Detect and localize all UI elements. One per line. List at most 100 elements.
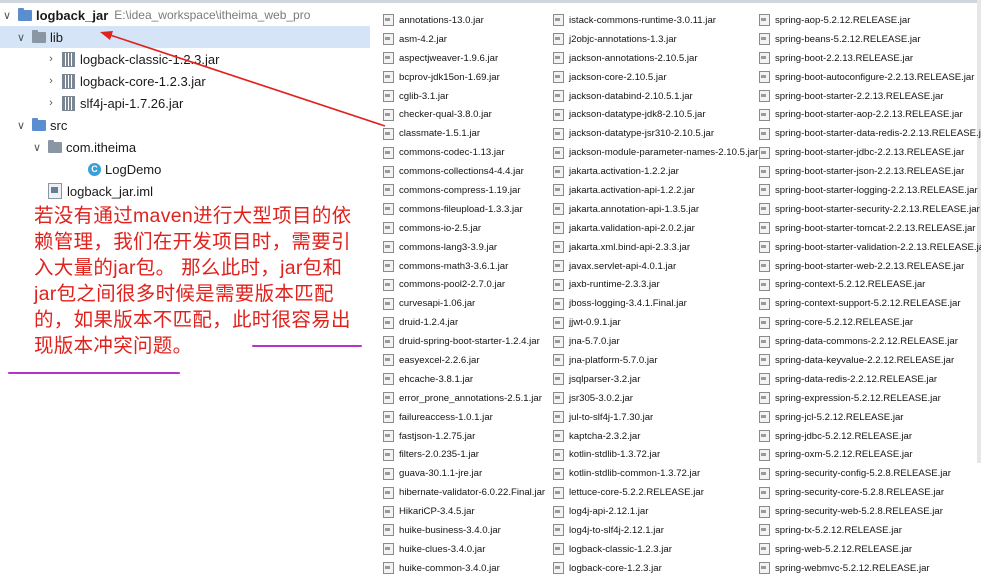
jar-file-item[interactable]: commons-lang3-3.9.jar xyxy=(383,238,551,257)
jar-file-item[interactable]: filters-2.0.235-1.jar xyxy=(383,445,551,464)
jar-file-item[interactable]: spring-boot-starter-2.2.13.RELEASE.jar xyxy=(759,87,981,106)
jar-file-item[interactable]: jackson-databind-2.10.5.1.jar xyxy=(553,87,758,106)
jar-file-item[interactable]: jackson-datatype-jdk8-2.10.5.jar xyxy=(553,105,758,124)
jar-file-item[interactable]: kotlin-stdlib-common-1.3.72.jar xyxy=(553,464,758,483)
jar-file-item[interactable]: jakarta.annotation-api-1.3.5.jar xyxy=(553,200,758,219)
jar-file-item[interactable]: spring-security-web-5.2.8.RELEASE.jar xyxy=(759,502,981,521)
jar-file-item[interactable]: spring-boot-starter-aop-2.2.13.RELEASE.j… xyxy=(759,105,981,124)
jar-file-item[interactable]: commons-pool2-2.7.0.jar xyxy=(383,275,551,294)
jar-file-item[interactable]: commons-fileupload-1.3.3.jar xyxy=(383,200,551,219)
jar-file-item[interactable]: jakarta.activation-api-1.2.2.jar xyxy=(553,181,758,200)
jar-file-item[interactable]: spring-boot-starter-data-redis-2.2.13.RE… xyxy=(759,124,981,143)
jar-file-name: spring-oxm-5.2.12.RELEASE.jar xyxy=(775,449,913,461)
jar-file-item[interactable]: jackson-module-parameter-names-2.10.5.ja… xyxy=(553,143,758,162)
jar-file-item[interactable]: jna-platform-5.7.0.jar xyxy=(553,351,758,370)
jar-file-item[interactable]: spring-core-5.2.12.RELEASE.jar xyxy=(759,313,981,332)
jar-file-item[interactable]: spring-expression-5.2.12.RELEASE.jar xyxy=(759,389,981,408)
jar-file-item[interactable]: commons-codec-1.13.jar xyxy=(383,143,551,162)
jar-file-icon xyxy=(759,505,770,518)
jar-file-item[interactable]: commons-collections4-4.4.jar xyxy=(383,162,551,181)
jar-file-item[interactable]: guava-30.1.1-jre.jar xyxy=(383,464,551,483)
jar-file-item[interactable]: commons-math3-3.6.1.jar xyxy=(383,257,551,276)
jar-file-item[interactable]: spring-data-redis-2.2.12.RELEASE.jar xyxy=(759,370,981,389)
jar-file-item[interactable]: spring-boot-starter-tomcat-2.2.13.RELEAS… xyxy=(759,219,981,238)
jar-file-item[interactable]: commons-io-2.5.jar xyxy=(383,219,551,238)
jar-file-item[interactable]: spring-boot-starter-security-2.2.13.RELE… xyxy=(759,200,981,219)
jar-file-item[interactable]: spring-boot-starter-validation-2.2.13.RE… xyxy=(759,238,981,257)
jar-file-name: druid-1.2.4.jar xyxy=(399,317,459,329)
jar-file-item[interactable]: HikariCP-3.4.5.jar xyxy=(383,502,551,521)
jar-file-item[interactable]: error_prone_annotations-2.5.1.jar xyxy=(383,389,551,408)
jar-file-item[interactable]: jsqlparser-3.2.jar xyxy=(553,370,758,389)
jar-file-item[interactable]: log4j-to-slf4j-2.12.1.jar xyxy=(553,521,758,540)
jar-file-item[interactable]: jna-5.7.0.jar xyxy=(553,332,758,351)
jar-file-item[interactable]: spring-boot-starter-logging-2.2.13.RELEA… xyxy=(759,181,981,200)
jar-file-item[interactable]: kaptcha-2.3.2.jar xyxy=(553,427,758,446)
jar-file-item[interactable]: j2objc-annotations-1.3.jar xyxy=(553,30,758,49)
jar-file-item[interactable]: checker-qual-3.8.0.jar xyxy=(383,105,551,124)
jar-file-item[interactable]: druid-1.2.4.jar xyxy=(383,313,551,332)
jar-file-item[interactable]: spring-web-5.2.12.RELEASE.jar xyxy=(759,540,981,559)
jar-file-item[interactable]: spring-context-support-5.2.12.RELEASE.ja… xyxy=(759,294,981,313)
jar-file-item[interactable]: ehcache-3.8.1.jar xyxy=(383,370,551,389)
jar-file-item[interactable]: istack-commons-runtime-3.0.11.jar xyxy=(553,11,758,30)
jar-file-name: spring-boot-starter-logging-2.2.13.RELEA… xyxy=(775,184,978,196)
jar-file-item[interactable]: javax.servlet-api-4.0.1.jar xyxy=(553,257,758,276)
jar-file-icon xyxy=(759,392,770,405)
jar-file-item[interactable]: spring-tx-5.2.12.RELEASE.jar xyxy=(759,521,981,540)
jar-file-icon xyxy=(383,373,394,386)
jar-file-item[interactable]: jakarta.validation-api-2.0.2.jar xyxy=(553,219,758,238)
jar-file-item[interactable]: log4j-api-2.12.1.jar xyxy=(553,502,758,521)
jar-file-item[interactable]: spring-data-commons-2.2.12.RELEASE.jar xyxy=(759,332,981,351)
jar-file-item[interactable]: spring-aop-5.2.12.RELEASE.jar xyxy=(759,11,981,30)
jar-file-item[interactable]: easyexcel-2.2.6.jar xyxy=(383,351,551,370)
jar-file-item[interactable]: jakarta.activation-1.2.2.jar xyxy=(553,162,758,181)
jar-file-item[interactable]: druid-spring-boot-starter-1.2.4.jar xyxy=(383,332,551,351)
jar-file-item[interactable]: logback-core-1.2.3.jar xyxy=(553,559,758,578)
jar-file-item[interactable]: spring-beans-5.2.12.RELEASE.jar xyxy=(759,30,981,49)
jar-file-item[interactable]: jboss-logging-3.4.1.Final.jar xyxy=(553,294,758,313)
jar-file-item[interactable]: jaxb-runtime-2.3.3.jar xyxy=(553,275,758,294)
jar-file-item[interactable]: fastjson-1.2.75.jar xyxy=(383,427,551,446)
jar-file-name: guava-30.1.1-jre.jar xyxy=(399,468,483,480)
jar-file-item[interactable]: bcprov-jdk15on-1.69.jar xyxy=(383,68,551,87)
jar-file-item[interactable]: spring-jcl-5.2.12.RELEASE.jar xyxy=(759,408,981,427)
jar-file-icon xyxy=(383,108,394,121)
jar-file-item[interactable]: kotlin-stdlib-1.3.72.jar xyxy=(553,445,758,464)
jar-file-item[interactable]: jsr305-3.0.2.jar xyxy=(553,389,758,408)
jar-file-item[interactable]: spring-jdbc-5.2.12.RELEASE.jar xyxy=(759,427,981,446)
jar-file-item[interactable]: commons-compress-1.19.jar xyxy=(383,181,551,200)
jar-file-item[interactable]: spring-security-core-5.2.8.RELEASE.jar xyxy=(759,483,981,502)
jar-file-item[interactable]: huike-business-3.4.0.jar xyxy=(383,521,551,540)
jar-file-item[interactable]: jul-to-slf4j-1.7.30.jar xyxy=(553,408,758,427)
jar-file-name: kaptcha-2.3.2.jar xyxy=(569,430,641,442)
jar-file-item[interactable]: spring-data-keyvalue-2.2.12.RELEASE.jar xyxy=(759,351,981,370)
jar-file-item[interactable]: huike-clues-3.4.0.jar xyxy=(383,540,551,559)
jar-file-item[interactable]: annotations-13.0.jar xyxy=(383,11,551,30)
jar-file-item[interactable]: jackson-annotations-2.10.5.jar xyxy=(553,49,758,68)
jar-file-item[interactable]: spring-boot-starter-web-2.2.13.RELEASE.j… xyxy=(759,257,981,276)
jar-file-item[interactable]: failureaccess-1.0.1.jar xyxy=(383,408,551,427)
jar-file-item[interactable]: huike-common-3.4.0.jar xyxy=(383,559,551,578)
jar-file-item[interactable]: spring-boot-autoconfigure-2.2.13.RELEASE… xyxy=(759,68,981,87)
jar-file-item[interactable]: logback-classic-1.2.3.jar xyxy=(553,540,758,559)
jar-file-item[interactable]: spring-boot-2.2.13.RELEASE.jar xyxy=(759,49,981,68)
jar-file-item[interactable]: cglib-3.1.jar xyxy=(383,87,551,106)
jar-file-item[interactable]: asm-4.2.jar xyxy=(383,30,551,49)
jar-file-item[interactable]: lettuce-core-5.2.2.RELEASE.jar xyxy=(553,483,758,502)
jar-file-item[interactable]: spring-security-config-5.2.8.RELEASE.jar xyxy=(759,464,981,483)
jar-file-item[interactable]: jackson-core-2.10.5.jar xyxy=(553,68,758,87)
jar-file-item[interactable]: spring-context-5.2.12.RELEASE.jar xyxy=(759,275,981,294)
jar-file-item[interactable]: hibernate-validator-6.0.22.Final.jar xyxy=(383,483,551,502)
jar-file-item[interactable]: aspectjweaver-1.9.6.jar xyxy=(383,49,551,68)
jar-file-item[interactable]: spring-oxm-5.2.12.RELEASE.jar xyxy=(759,445,981,464)
jar-file-item[interactable]: classmate-1.5.1.jar xyxy=(383,124,551,143)
jar-file-item[interactable]: spring-webmvc-5.2.12.RELEASE.jar xyxy=(759,559,981,578)
jar-file-item[interactable]: jjwt-0.9.1.jar xyxy=(553,313,758,332)
jar-file-item[interactable]: spring-boot-starter-jdbc-2.2.13.RELEASE.… xyxy=(759,143,981,162)
jar-file-item[interactable]: jakarta.xml.bind-api-2.3.3.jar xyxy=(553,238,758,257)
jar-file-item[interactable]: curvesapi-1.06.jar xyxy=(383,294,551,313)
jar-file-item[interactable]: jackson-datatype-jsr310-2.10.5.jar xyxy=(553,124,758,143)
jar-file-name: jackson-databind-2.10.5.1.jar xyxy=(569,90,693,102)
jar-file-item[interactable]: spring-boot-starter-json-2.2.13.RELEASE.… xyxy=(759,162,981,181)
